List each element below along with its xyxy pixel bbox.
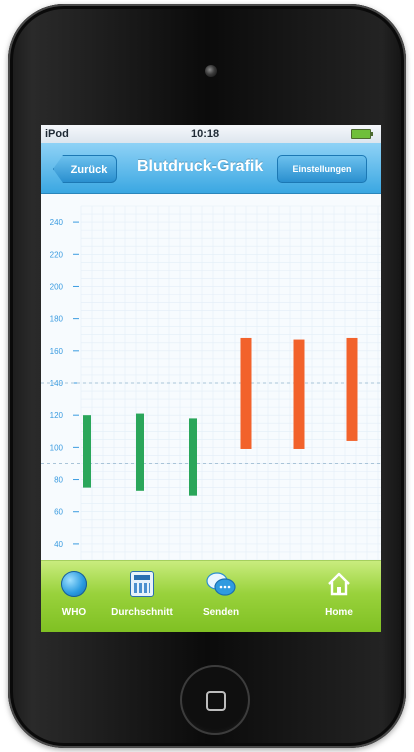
tab-durchschnitt[interactable]: Durchschnitt [97, 567, 187, 627]
clock: 10:18 [191, 128, 220, 140]
tab-home[interactable]: Home [311, 567, 367, 627]
settings-button[interactable]: Einstellungen [277, 155, 367, 183]
navigation-bar: Zurück Blutdruck-Grafik Einstellungen [41, 143, 381, 194]
y-tick-label: 160 [50, 347, 64, 356]
y-tick-label: 220 [50, 250, 64, 259]
bp-bar-1 [83, 415, 91, 488]
chart-svg: 406080100120140160180200220240 [41, 205, 381, 560]
tab-durchschnitt-label: Durchschnitt [111, 607, 173, 618]
calculator-icon [130, 571, 154, 597]
tab-bar: WHO Durchschnitt Senden Home [41, 560, 381, 632]
bp-bar-5 [293, 339, 305, 449]
y-tick-label: 60 [54, 508, 63, 517]
bp-bar-4 [240, 337, 252, 449]
tab-home-label: Home [325, 607, 353, 618]
chat-bubbles-icon [206, 572, 236, 596]
status-bar: iPod 10:18 [41, 125, 381, 143]
globe-icon [61, 571, 87, 597]
back-button[interactable]: Zurück [53, 155, 117, 183]
y-tick-label: 80 [54, 476, 63, 485]
y-tick-label: 120 [50, 411, 64, 420]
camera-icon [205, 65, 217, 77]
y-tick-label: 200 [50, 282, 64, 291]
y-tick-label: 180 [50, 315, 64, 324]
y-tick-label: 40 [54, 540, 63, 549]
bp-bar-6 [346, 337, 358, 441]
tab-who-label: WHO [61, 607, 87, 618]
home-hardware-button[interactable] [180, 665, 250, 735]
tab-senden[interactable]: Senden [191, 567, 251, 627]
carrier-label: iPod [45, 128, 69, 140]
blood-pressure-chart: 40 60 80 100 120 140 160 180 200 220 240 [41, 194, 381, 560]
tab-senden-label: Senden [202, 607, 240, 618]
bp-bar-2 [136, 413, 144, 491]
tab-who[interactable]: WHO [49, 567, 99, 627]
page-title: Blutdruck-Grafik [137, 158, 264, 175]
screen: iPod 10:18 Zurück Blutdruck-Grafik Einst… [41, 125, 381, 632]
y-tick-label: 240 [50, 218, 64, 227]
house-icon [328, 572, 350, 596]
battery-icon [351, 129, 373, 139]
y-tick-label: 100 [50, 443, 64, 452]
bp-bar-3 [189, 418, 197, 496]
